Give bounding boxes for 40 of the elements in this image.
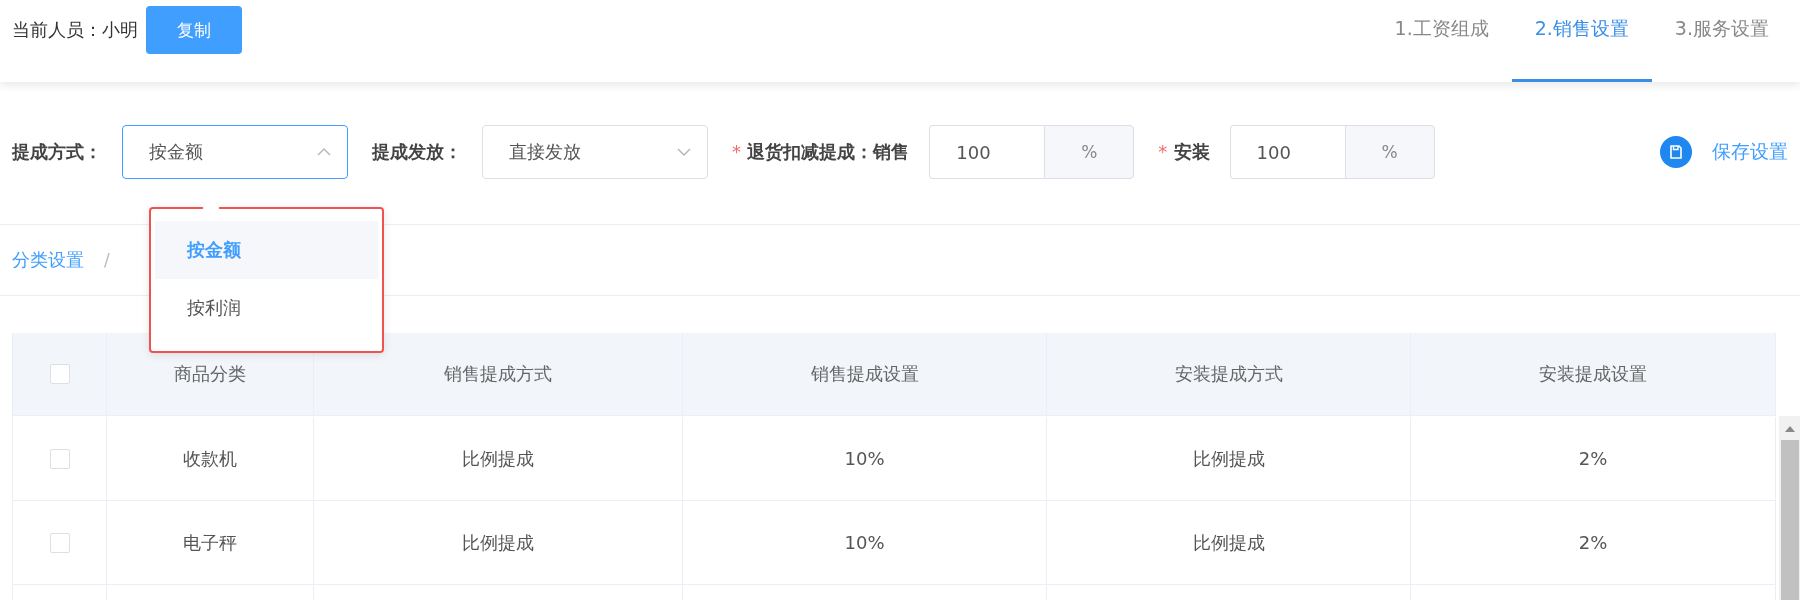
table-cell: 10% — [683, 501, 1047, 585]
column-header: 安装提成方式 — [1047, 333, 1411, 416]
table-cell: 比例提成 — [1047, 417, 1411, 501]
table-cell: 比例提成 — [314, 501, 683, 585]
unit-addon: % — [1344, 125, 1435, 179]
column-header: 销售提成设置 — [683, 333, 1047, 416]
table-cell: 收款机 — [107, 417, 314, 501]
dropdown-option[interactable]: 按金额 — [155, 221, 378, 279]
table-cell: 2% — [1411, 501, 1776, 585]
caret-icon — [677, 148, 691, 156]
field-label: 提成方式： — [12, 140, 102, 164]
percent-input[interactable]: 100 — [1229, 125, 1345, 179]
save-icon — [1660, 136, 1692, 168]
table-cell: 电子秤 — [107, 501, 314, 585]
select-field[interactable]: 按金额 — [122, 125, 348, 179]
unit-addon: % — [1044, 125, 1135, 179]
checkbox[interactable] — [49, 364, 70, 384]
caret-icon — [317, 148, 331, 156]
step-tab[interactable]: 3.服务设置 — [1651, 0, 1792, 82]
checkbox[interactable] — [49, 448, 70, 469]
breadcrumb-link[interactable]: 分类设置 — [12, 248, 84, 272]
column-header: 销售提成方式 — [314, 333, 683, 416]
current-person-label: 当前人员：小明 — [12, 18, 138, 42]
percent-input[interactable]: 100 — [929, 125, 1045, 179]
field-label: 提成发放： — [372, 140, 462, 164]
save-settings-button[interactable]: 保存设置 — [1660, 136, 1788, 168]
step-tab[interactable]: 1.工资组成 — [1371, 0, 1512, 82]
table-cell: 比例提成 — [314, 417, 683, 501]
table-cell: 10% — [683, 417, 1047, 501]
copy-button[interactable]: 复制 — [146, 6, 242, 54]
table-cell: 2% — [1411, 417, 1776, 501]
column-header: 安装提成设置 — [1411, 333, 1776, 416]
step-tab[interactable]: 2.销售设置 — [1511, 0, 1652, 82]
breadcrumb-separator: / — [104, 250, 110, 270]
field-label: * 退货扣减提成：销售 — [732, 140, 910, 164]
checkbox[interactable] — [49, 532, 70, 553]
table-cell: 比例提成 — [1047, 501, 1411, 585]
field-label: * 安装 — [1158, 140, 1210, 164]
scrollbar[interactable] — [1779, 416, 1800, 600]
select-field[interactable]: 直接发放 — [482, 125, 708, 179]
